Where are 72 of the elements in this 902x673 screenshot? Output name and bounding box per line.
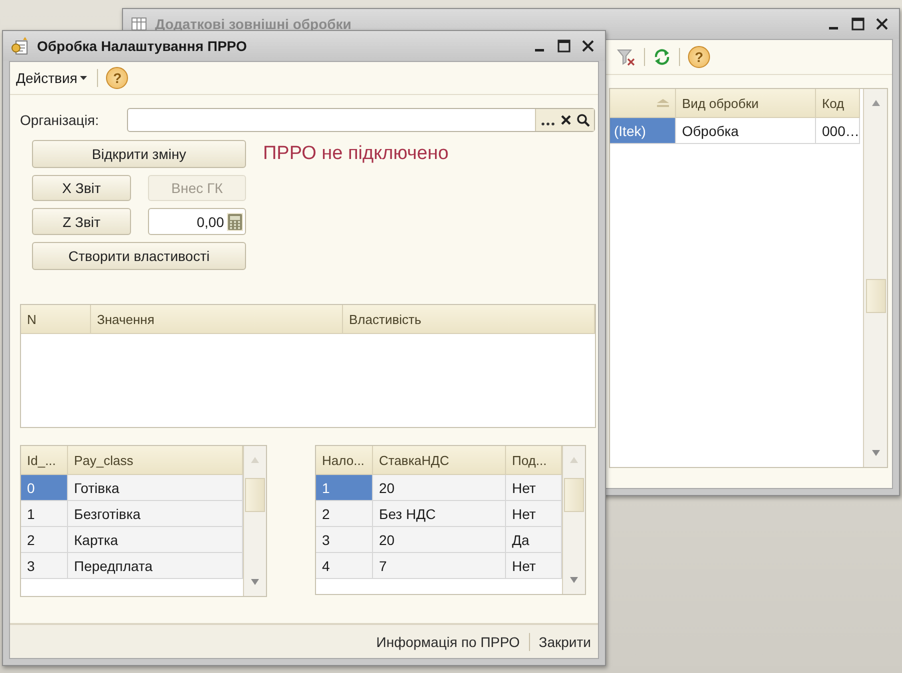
- table-cell: Картка: [68, 527, 243, 553]
- column-header[interactable]: Pay_class: [68, 446, 243, 475]
- table-cell: 000…: [816, 118, 860, 144]
- footer-button[interactable]: Информація по ПРРО: [373, 630, 523, 652]
- scroll-up-icon[interactable]: [870, 99, 880, 107]
- table-cell: Нет: [506, 553, 562, 579]
- button[interactable]: Відкрити зміну: [32, 140, 246, 168]
- clear-icon[interactable]: [559, 113, 573, 127]
- column-header[interactable]: СтавкаНДС: [373, 446, 506, 475]
- filter-clear-icon[interactable]: [616, 47, 636, 67]
- sort-icon: [657, 99, 669, 107]
- help-button[interactable]: ?: [106, 67, 128, 89]
- column-header[interactable]: Нало...: [316, 446, 373, 475]
- table-cell: 20: [373, 527, 506, 553]
- table-cell: 1: [316, 475, 373, 501]
- column-header[interactable]: N: [21, 305, 91, 334]
- scrollbar[interactable]: [243, 446, 266, 596]
- search-icon[interactable]: [576, 113, 590, 127]
- form-settings-icon: [11, 37, 29, 55]
- button: Внес ГК: [148, 175, 246, 201]
- table-cell: 2: [316, 501, 373, 527]
- status-message: ПРРО не підключено: [263, 143, 450, 165]
- window-title: Обробка Налаштування ПРРО: [37, 38, 248, 54]
- close-icon[interactable]: [875, 17, 889, 31]
- table-cell: Без НДС: [373, 501, 506, 527]
- window-title: Додаткові зовнішні обробки: [155, 16, 352, 32]
- scrollbar[interactable]: [562, 446, 585, 594]
- dropdown-caret-icon: [80, 76, 88, 80]
- table-cell: (Itek): [610, 118, 676, 144]
- button[interactable]: X Звіт: [32, 175, 131, 201]
- footer-button[interactable]: Закрити: [536, 630, 594, 652]
- organization-field[interactable]: [127, 108, 595, 132]
- column-header[interactable]: [610, 89, 676, 118]
- table-cell: 4: [316, 553, 373, 579]
- scrollbar[interactable]: [863, 89, 887, 467]
- table-cell: 3: [21, 553, 68, 579]
- column-header[interactable]: Код: [816, 89, 860, 118]
- column-header[interactable]: Вид обробки: [676, 89, 816, 118]
- table-cell: Передплата: [68, 553, 243, 579]
- column-header[interactable]: Id_...: [21, 446, 68, 475]
- table-cell: 3: [316, 527, 373, 553]
- table-cell: Обробка: [676, 118, 816, 144]
- column-header[interactable]: Значення: [91, 305, 343, 334]
- scroll-down-icon[interactable]: [870, 449, 880, 457]
- scroll-down-icon[interactable]: [250, 578, 260, 586]
- table-cell: Нет: [506, 475, 562, 501]
- table-cell: Да: [506, 527, 562, 553]
- refresh-icon[interactable]: [653, 48, 671, 66]
- scroll-thumb[interactable]: [245, 478, 265, 512]
- table-cell: Безготівка: [68, 501, 243, 527]
- field-label: Організація:: [20, 112, 100, 128]
- table-cell: Готівка: [68, 475, 243, 501]
- table-cell: 1: [21, 501, 68, 527]
- button[interactable]: Створити властивості: [32, 242, 246, 270]
- actions-menu[interactable]: Действия: [14, 68, 90, 88]
- scroll-down-icon[interactable]: [569, 576, 579, 584]
- column-header[interactable]: Властивість: [343, 305, 595, 334]
- table-cell: 0: [21, 475, 68, 501]
- amount-field[interactable]: 0,00: [148, 208, 246, 235]
- button[interactable]: Z Звіт: [32, 208, 131, 235]
- scroll-thumb[interactable]: [866, 279, 886, 313]
- scroll-thumb[interactable]: [564, 478, 584, 512]
- table-cell: 2: [21, 527, 68, 553]
- maximize-icon[interactable]: [851, 17, 865, 31]
- close-icon[interactable]: [581, 39, 595, 53]
- table-cell: Нет: [506, 501, 562, 527]
- column-header[interactable]: Под...: [506, 446, 562, 475]
- table-cell: 20: [373, 475, 506, 501]
- help-button[interactable]: ?: [688, 46, 710, 68]
- maximize-icon[interactable]: [557, 39, 571, 53]
- table-cell: 7: [373, 553, 506, 579]
- calculator-icon[interactable]: [227, 212, 243, 230]
